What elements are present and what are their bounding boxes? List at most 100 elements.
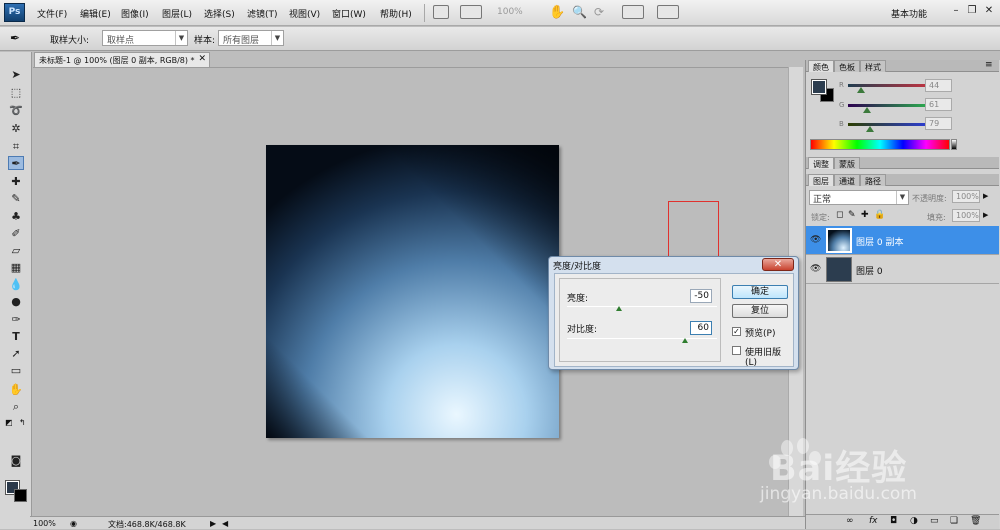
menu-select[interactable]: 选择(S) (204, 7, 235, 20)
brush-tool-icon[interactable]: ✎ (8, 192, 24, 206)
layer-style-icon[interactable]: fx (869, 516, 878, 526)
brightness-slider-track[interactable] (567, 306, 717, 307)
tab-channels[interactable]: 通道 (834, 174, 860, 186)
healing-brush-tool-icon[interactable]: ✚ (8, 175, 24, 189)
green-slider-knob[interactable] (863, 107, 871, 113)
restore-icon[interactable]: ❐ (966, 5, 978, 17)
eye-icon[interactable]: 👁 (810, 264, 821, 274)
color-spectrum-bar[interactable] (810, 139, 950, 150)
zoom-level[interactable]: 100% (497, 7, 523, 17)
clone-stamp-tool-icon[interactable]: ♣ (8, 210, 24, 224)
lock-position-icon[interactable]: ✚ (861, 210, 869, 220)
color-panel-foreground-swatch[interactable] (811, 79, 827, 95)
blue-slider-knob[interactable] (866, 126, 874, 132)
menu-window[interactable]: 窗口(W) (332, 7, 366, 20)
quick-mask-icon[interactable]: ◙ (8, 454, 24, 468)
document-tab[interactable]: 未标题-1 @ 100% (图层 0 副本, RGB/8) * ✕ (34, 52, 210, 67)
menu-layer[interactable]: 图层(L) (162, 7, 192, 20)
contrast-slider-knob[interactable] (682, 338, 688, 343)
menu-filter[interactable]: 滤镜(T) (247, 7, 278, 20)
opacity-field[interactable]: 100% (952, 190, 980, 203)
ok-button[interactable]: 确定 (732, 285, 788, 299)
move-tool-icon[interactable]: ➤ (8, 68, 24, 82)
layer-row[interactable]: 👁 图层 0 (806, 255, 999, 284)
magic-wand-tool-icon[interactable]: ✲ (8, 122, 24, 136)
contrast-input[interactable]: 60 (690, 321, 712, 335)
tab-color[interactable]: 颜色 (808, 60, 834, 72)
eraser-tool-icon[interactable]: ▱ (8, 244, 24, 258)
menu-edit[interactable]: 编辑(E) (80, 7, 111, 20)
close-icon[interactable]: ✕ (983, 5, 995, 17)
status-menu-icon[interactable]: ◉ (70, 519, 77, 528)
menu-view[interactable]: 视图(V) (289, 7, 320, 20)
contrast-slider-track[interactable] (567, 338, 717, 339)
hand-tool-icon[interactable]: ✋ (549, 5, 565, 20)
tab-styles[interactable]: 样式 (860, 60, 886, 72)
eye-icon[interactable]: 👁 (810, 235, 821, 245)
document-canvas[interactable] (266, 145, 559, 438)
link-layers-icon[interactable]: ∞ (846, 516, 854, 526)
menu-help[interactable]: 帮助(H) (380, 7, 412, 20)
workspace-switcher[interactable]: 基本功能 (891, 7, 927, 20)
new-layer-icon[interactable]: ❏ (950, 516, 958, 526)
sample-select[interactable]: 所有图层 ▼ (218, 30, 284, 46)
eyedropper-icon[interactable]: ✒ (10, 31, 20, 45)
screen-mode-icon[interactable] (460, 5, 482, 19)
lasso-tool-icon[interactable]: ➰ (8, 104, 24, 118)
background-color-swatch[interactable] (14, 489, 27, 502)
red-value-field[interactable]: 44 (925, 79, 952, 92)
tab-swatches[interactable]: 色板 (834, 60, 860, 72)
green-value-field[interactable]: 61 (925, 98, 952, 111)
fill-arrow-icon[interactable]: ▶ (983, 211, 988, 219)
history-brush-tool-icon[interactable]: ✐ (8, 227, 24, 241)
lock-image-icon[interactable]: ✎ (848, 210, 856, 220)
new-group-icon[interactable]: ▭ (930, 516, 939, 526)
blue-value-field[interactable]: 79 (925, 117, 952, 130)
path-selection-tool-icon[interactable]: ➚ (8, 347, 24, 361)
layer-row[interactable]: 👁 图层 0 副本 (806, 226, 999, 255)
tab-paths[interactable]: 路径 (860, 174, 886, 186)
black-white-ramp[interactable] (951, 139, 957, 150)
close-tab-icon[interactable]: ✕ (198, 54, 206, 64)
rotate-view-icon[interactable]: ⟳ (594, 5, 604, 19)
zoom-tool-icon[interactable]: ⌕ (8, 400, 24, 414)
blend-mode-select[interactable]: 正常 ▼ (809, 190, 909, 205)
menu-image[interactable]: 图像(I) (121, 7, 149, 20)
hscroll-left-icon[interactable]: ◀ (222, 519, 228, 528)
pen-tool-icon[interactable]: ✑ (8, 313, 24, 327)
status-zoom[interactable]: 100% (33, 519, 56, 528)
minimize-icon[interactable]: – (950, 5, 962, 17)
rectangle-tool-icon[interactable]: ▭ (8, 364, 24, 378)
menu-file[interactable]: 文件(F) (37, 7, 67, 20)
tab-adjustments[interactable]: 调整 (808, 157, 834, 169)
eyedropper-tool-icon[interactable]: ✒ (8, 156, 24, 170)
bridge-icon[interactable] (433, 5, 449, 19)
delete-layer-icon[interactable]: 🗑 (970, 516, 981, 526)
opacity-arrow-icon[interactable]: ▶ (983, 192, 988, 200)
blur-tool-icon[interactable]: 💧 (8, 278, 24, 292)
tab-masks[interactable]: 蒙版 (834, 157, 860, 169)
brightness-input[interactable]: -50 (690, 289, 712, 303)
zoom-tool-icon[interactable]: 🔍 (572, 5, 587, 19)
default-colors-icon[interactable]: ◩ (5, 418, 13, 427)
tab-layers[interactable]: 图层 (808, 174, 834, 186)
red-slider-knob[interactable] (857, 87, 865, 93)
arrange-documents-icon[interactable] (622, 5, 644, 19)
dodge-tool-icon[interactable]: ● (8, 295, 24, 309)
legacy-checkbox[interactable] (732, 346, 741, 355)
type-tool-icon[interactable]: T (8, 330, 24, 344)
screen-mode-toggle-icon[interactable] (657, 5, 679, 19)
swap-colors-icon[interactable]: ↰ (19, 418, 26, 427)
reset-button[interactable]: 复位 (732, 304, 788, 318)
hand-tool-icon[interactable]: ✋ (8, 383, 24, 397)
dialog-close-button[interactable]: ✕ (762, 258, 794, 271)
preview-checkbox[interactable]: ✓ (732, 327, 741, 336)
panel-menu-icon[interactable]: ≡ (985, 60, 993, 70)
sample-size-select[interactable]: 取样点 ▼ (102, 30, 188, 46)
brightness-slider-knob[interactable] (616, 306, 622, 311)
fill-field[interactable]: 100% (952, 209, 980, 222)
marquee-tool-icon[interactable]: ⬚ (8, 86, 24, 100)
add-mask-icon[interactable]: ◘ (890, 516, 897, 526)
lock-all-icon[interactable]: 🔒 (874, 210, 885, 220)
adjustment-layer-icon[interactable]: ◑ (910, 516, 918, 526)
